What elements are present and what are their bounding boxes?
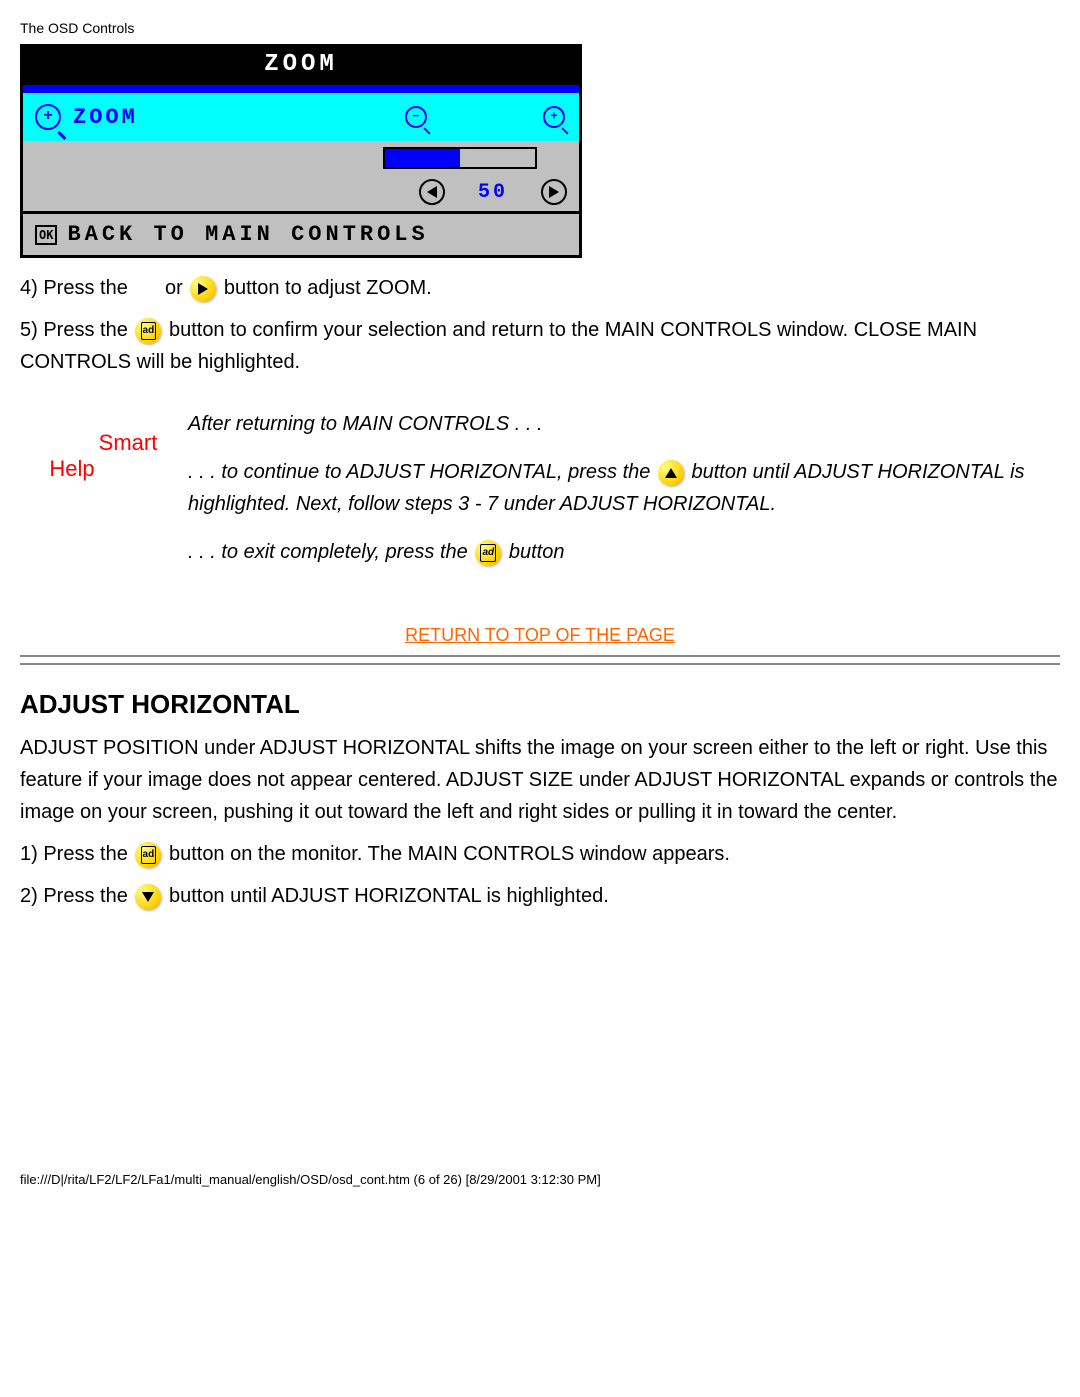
- sh-line3: . . . to exit completely, press the ad b…: [188, 536, 1060, 568]
- right-button-icon: [190, 276, 216, 302]
- divider-2: [20, 663, 1060, 665]
- footer-path: file:///D|/rita/LF2/LF2/LFa1/multi_manua…: [20, 1172, 1060, 1197]
- ah-step-1: 1) Press the ad button on the monitor. T…: [20, 838, 1060, 870]
- zoom-minus-icon: −: [405, 106, 427, 128]
- osd-zoom-row: + ZOOM − +: [23, 93, 579, 141]
- step5-text-b: button to confirm your selection and ret…: [20, 319, 977, 373]
- ah-step-2: 2) Press the button until ADJUST HORIZON…: [20, 880, 1060, 912]
- return-link-wrapper: RETURN TO TOP OF THE PAGE: [20, 624, 1060, 647]
- page-header: The OSD Controls: [20, 20, 1060, 36]
- osd-value-row: 50: [23, 175, 579, 211]
- step4-or: or: [165, 277, 188, 299]
- adjust-horizontal-heading: ADJUST HORIZONTAL: [20, 689, 1060, 720]
- step-5: 5) Press the ad button to confirm your s…: [20, 314, 1060, 378]
- help-text: Help: [49, 456, 94, 482]
- ok-icon: OK: [35, 225, 57, 245]
- zoom-slider[interactable]: [383, 147, 537, 169]
- ok-button-icon: ad: [135, 318, 161, 344]
- zoom-plus-small-icon: +: [543, 106, 565, 128]
- zoom-value: 50: [453, 181, 533, 204]
- zoom-plus-icon: +: [35, 104, 61, 130]
- sh-line2: . . . to continue to ADJUST HORIZONTAL, …: [188, 456, 1060, 520]
- ok-button-icon-3: ad: [135, 842, 161, 868]
- step-4: 4) Press the or button to adjust ZOOM.: [20, 272, 1060, 304]
- smart-help-label: Smart Help: [20, 392, 180, 482]
- return-top-link[interactable]: RETURN TO TOP OF THE PAGE: [405, 625, 675, 645]
- up-button-icon: [658, 460, 684, 486]
- sh-line1: After returning to MAIN CONTROLS . . .: [188, 408, 1060, 440]
- osd-slider-row: [23, 141, 579, 175]
- osd-title: ZOOM: [23, 47, 579, 85]
- step5-text-a: 5) Press the: [20, 319, 133, 341]
- smart-text: Smart: [99, 430, 158, 456]
- nav-left-button[interactable]: [419, 179, 445, 205]
- smart-help-content: After returning to MAIN CONTROLS . . . .…: [188, 392, 1060, 584]
- step4-text-b: button to adjust ZOOM.: [224, 277, 432, 299]
- adjust-horizontal-desc: ADJUST POSITION under ADJUST HORIZONTAL …: [20, 732, 1060, 828]
- osd-divider: [23, 85, 579, 93]
- osd-footer-text: BACK TO MAIN CONTROLS: [67, 222, 428, 247]
- ok-button-icon-2: ad: [475, 540, 501, 566]
- down-button-icon: [135, 884, 161, 910]
- smart-help-block: Smart Help After returning to MAIN CONTR…: [20, 392, 1060, 584]
- osd-window: ZOOM + ZOOM − + 50 OK BACK TO MAIN CONTR…: [20, 44, 582, 258]
- step4-text-a: 4) Press the: [20, 277, 133, 299]
- osd-footer: OK BACK TO MAIN CONTROLS: [23, 211, 579, 255]
- divider-1: [20, 655, 1060, 657]
- osd-zoom-label: ZOOM: [73, 105, 138, 130]
- nav-right-button[interactable]: [541, 179, 567, 205]
- zoom-slider-fill: [385, 149, 460, 167]
